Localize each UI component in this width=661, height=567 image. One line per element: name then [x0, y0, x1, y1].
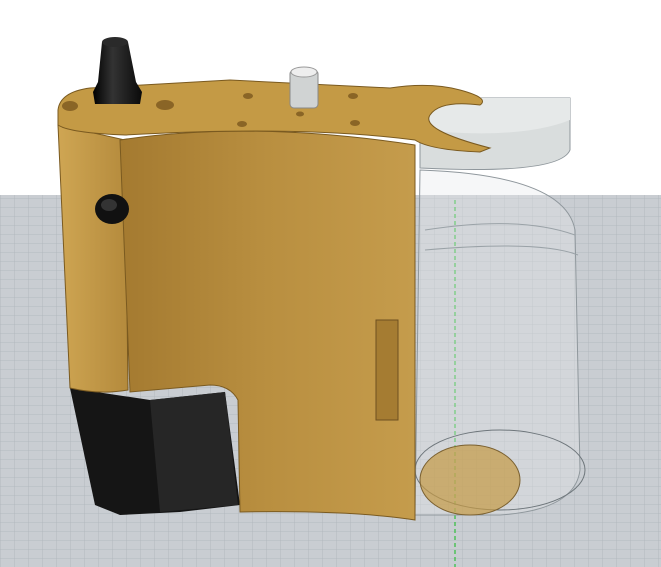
jar — [414, 97, 586, 516]
white-button-icon[interactable] — [289, 66, 319, 109]
black-knob-icon[interactable] — [93, 37, 142, 104]
side-panel — [57, 124, 129, 393]
model-render — [0, 37, 661, 567]
base-black — [70, 388, 240, 515]
side-button-icon[interactable] — [95, 194, 129, 224]
slot — [375, 319, 399, 421]
cad-viewport[interactable] — [0, 0, 661, 567]
